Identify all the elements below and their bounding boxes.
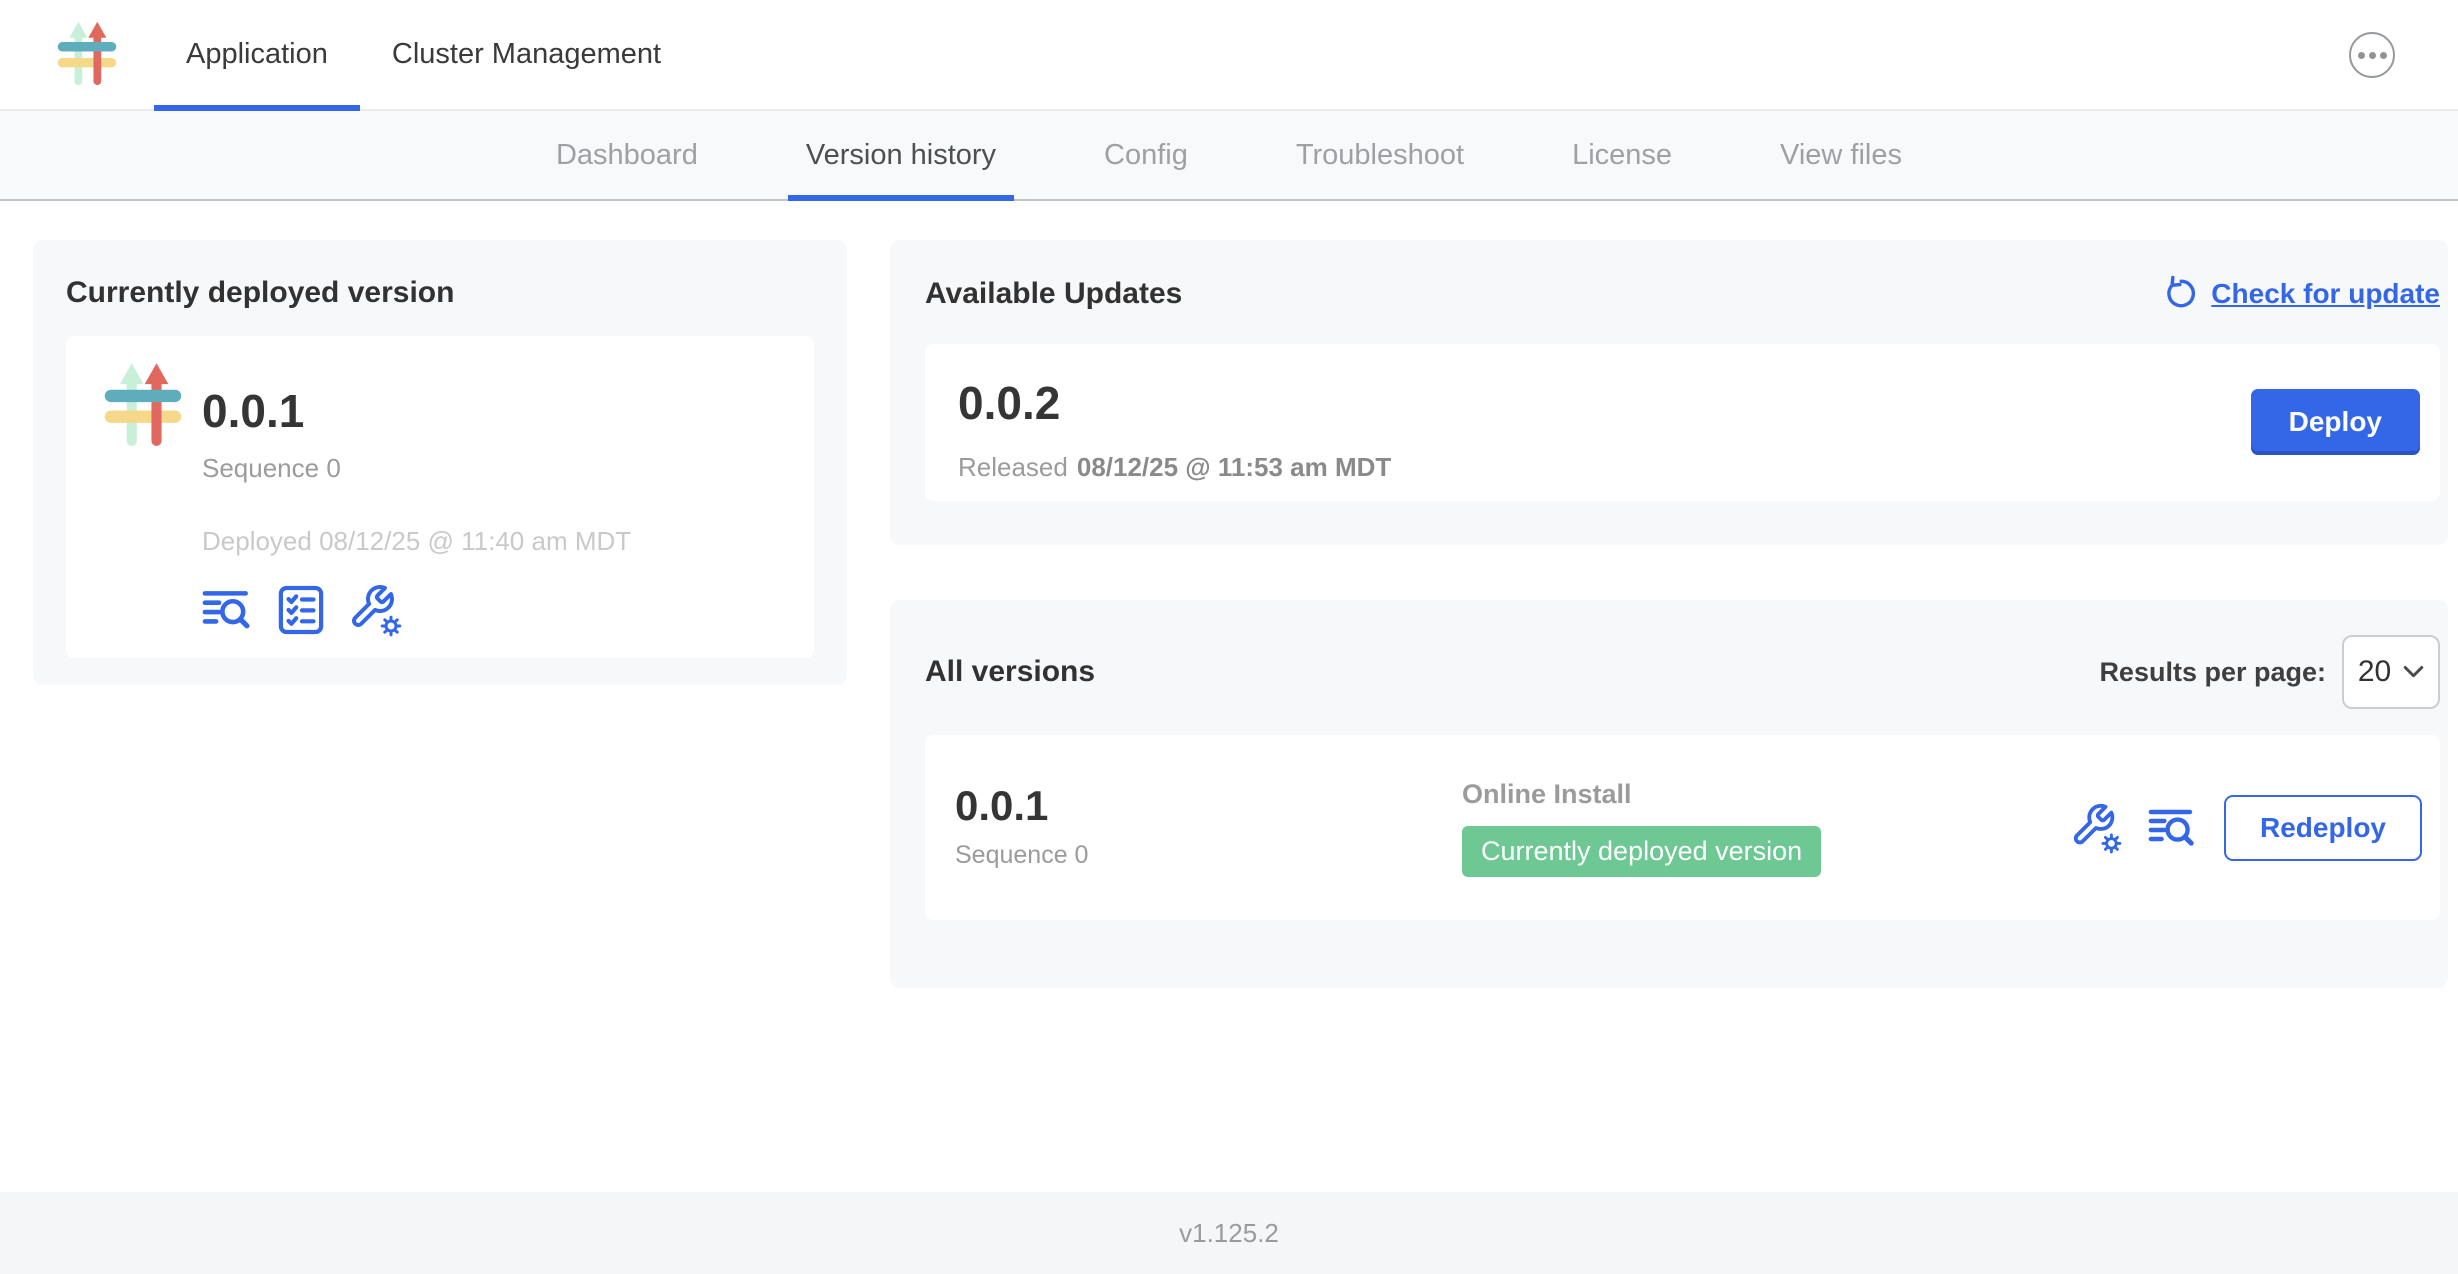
- currently-deployed-badge: Currently deployed version: [1462, 826, 1821, 877]
- ellipsis-menu-icon: [2358, 52, 2387, 59]
- update-version-number: 0.0.2: [958, 380, 2407, 426]
- app-subnav: Dashboard Version history Config Trouble…: [0, 111, 2458, 201]
- results-per-page-label: Results per page:: [2099, 657, 2326, 688]
- subnav-tab-view-files-label: View files: [1780, 139, 1902, 172]
- admin-console-page: Application Cluster Management Dashboard…: [0, 0, 2458, 1274]
- top-nav: Application Cluster Management: [154, 0, 693, 109]
- check-for-update-link[interactable]: Check for update: [2162, 275, 2440, 312]
- tab-cluster-management[interactable]: Cluster Management: [360, 0, 693, 109]
- subnav-tab-troubleshoot-label: Troubleshoot: [1296, 139, 1464, 172]
- deployed-sequence: Sequence 0: [202, 453, 631, 484]
- deploy-button[interactable]: Deploy: [2251, 389, 2420, 455]
- subnav-tab-license[interactable]: License: [1532, 111, 1712, 199]
- available-updates-card: Available Updates Check for update 0.0.2…: [890, 240, 2448, 545]
- row-version-number: 0.0.1: [955, 785, 1462, 827]
- chevron-down-icon: [2403, 665, 2424, 679]
- install-type-label: Online Install: [1462, 779, 1821, 810]
- subnav-tab-view-files[interactable]: View files: [1740, 111, 1942, 199]
- subnav-tab-dashboard[interactable]: Dashboard: [516, 111, 738, 199]
- config-icon: [2070, 802, 2122, 854]
- overflow-menu-button[interactable]: [2349, 32, 2395, 78]
- subnav-tab-config-label: Config: [1104, 139, 1188, 172]
- update-row: 0.0.2 Released 08/12/25 @ 11:53 am MDT De…: [925, 344, 2440, 501]
- subnav-tab-dashboard-label: Dashboard: [556, 139, 698, 172]
- logs-icon: [202, 587, 254, 633]
- all-versions-card: All versions Results per page: 20 0.0.1 …: [890, 600, 2448, 988]
- deployed-version-panel: 0.0.1 Sequence 0 Deployed 08/12/25 @ 11:…: [66, 336, 814, 658]
- refresh-icon: [2162, 275, 2199, 312]
- currently-deployed-card: Currently deployed version 0.0.1 Sequenc…: [33, 240, 847, 685]
- results-per-page-select[interactable]: 20: [2342, 635, 2440, 709]
- results-per-page-value: 20: [2358, 655, 2391, 689]
- subnav-tab-version-history[interactable]: Version history: [766, 111, 1036, 199]
- subnav-tab-config[interactable]: Config: [1064, 111, 1228, 199]
- deployed-timestamp: Deployed 08/12/25 @ 11:40 am MDT: [202, 526, 631, 557]
- console-version: v1.125.2: [1179, 1218, 1279, 1249]
- released-timestamp: 08/12/25 @ 11:53 am MDT: [1077, 452, 1391, 482]
- app-footer: v1.125.2: [0, 1192, 2458, 1274]
- main-content: Currently deployed version 0.0.1 Sequenc…: [0, 201, 2458, 1192]
- tab-application[interactable]: Application: [154, 0, 360, 109]
- logs-button[interactable]: [2148, 806, 2198, 850]
- available-updates-title: Available Updates: [925, 277, 1182, 311]
- released-prefix: Released: [958, 452, 1068, 482]
- check-for-update-label: Check for update: [2211, 278, 2440, 310]
- currently-deployed-title: Currently deployed version: [66, 276, 814, 310]
- logs-button[interactable]: [202, 587, 254, 633]
- preflight-checks-icon: [278, 585, 324, 635]
- row-sequence: Sequence 0: [955, 841, 1462, 870]
- deployed-version-number: 0.0.1: [202, 387, 631, 435]
- app-logo-arrows-icon: [56, 20, 118, 89]
- tab-application-label: Application: [186, 38, 328, 71]
- tab-cluster-management-label: Cluster Management: [392, 38, 661, 71]
- app-header: Application Cluster Management: [0, 0, 2458, 111]
- subnav-tab-license-label: License: [1572, 139, 1672, 172]
- deployed-actions: [202, 583, 631, 637]
- config-button[interactable]: [348, 583, 402, 637]
- subnav-tab-troubleshoot[interactable]: Troubleshoot: [1256, 111, 1504, 199]
- app-logo-arrows-icon: [98, 361, 188, 451]
- redeploy-button[interactable]: Redeploy: [2224, 795, 2422, 861]
- config-button[interactable]: [2070, 802, 2122, 854]
- version-row: 0.0.1 Sequence 0 Online Install Currentl…: [925, 735, 2440, 920]
- config-icon: [348, 583, 402, 637]
- update-released-line: Released 08/12/25 @ 11:53 am MDT: [958, 452, 2407, 483]
- logs-icon: [2148, 806, 2198, 850]
- preflight-checks-button[interactable]: [278, 585, 324, 635]
- subnav-tab-version-history-label: Version history: [806, 139, 996, 172]
- results-per-page: Results per page: 20: [2099, 635, 2440, 709]
- all-versions-title: All versions: [925, 655, 1095, 689]
